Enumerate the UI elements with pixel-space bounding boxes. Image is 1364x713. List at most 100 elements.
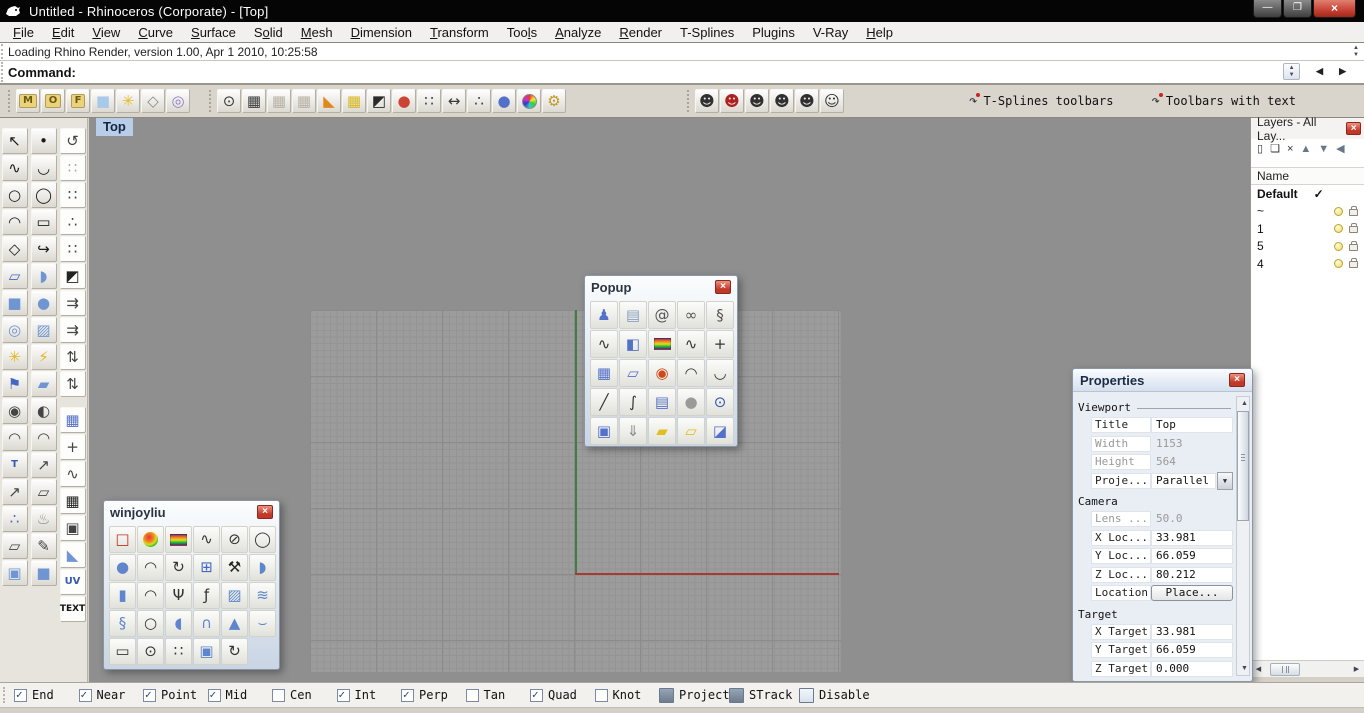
helix-icon[interactable]: ↪ (31, 236, 57, 262)
osnap-perp[interactable]: Perp (401, 688, 466, 702)
scroll-right-icon[interactable]: ▶ (1349, 665, 1364, 673)
ellipse-icon[interactable]: ◯ (31, 182, 57, 208)
revolve-icon[interactable]: ◎ (2, 317, 28, 343)
point-cloud-icon[interactable]: ∷ (417, 89, 441, 113)
winjoyliu-titlebar[interactable]: winjoyliu (104, 501, 279, 523)
layer-lock-icon[interactable] (1349, 261, 1358, 268)
extrude-vase-icon[interactable]: ♟ (590, 301, 618, 329)
restore-button[interactable]: ❐ (1283, 0, 1312, 18)
layers-close-button[interactable] (1346, 122, 1361, 135)
projection-dropdown-button[interactable]: ▼ (1217, 472, 1233, 490)
shaded-cube-icon[interactable]: ■ (91, 89, 115, 113)
twist-icon[interactable]: § (706, 301, 734, 329)
pipe-rings-icon[interactable]: ∞ (677, 301, 705, 329)
filter-left-icon[interactable]: ◀ (1336, 144, 1344, 155)
surface-grid-icon[interactable]: ▦ (590, 359, 618, 387)
properties-close-button[interactable] (1229, 373, 1245, 387)
curve-handles-icon[interactable]: ◡ (706, 359, 734, 387)
close-button[interactable]: × (1313, 0, 1356, 18)
cone-icon[interactable]: ▲ (221, 610, 248, 637)
osnap-quad[interactable]: Quad (530, 688, 595, 702)
offset-sheets-icon[interactable]: ▨ (221, 582, 248, 609)
mirror-box-icon[interactable]: ◧ (619, 330, 647, 358)
explode-icon[interactable]: ✳ (2, 344, 28, 370)
menu-help[interactable]: Help (857, 23, 902, 42)
osnap-knot-checkbox[interactable] (595, 689, 608, 702)
toolbars-with-text-button[interactable]: ↷ Toolbars with text (1141, 88, 1305, 114)
picture-curve-icon[interactable]: ▣ (60, 515, 86, 541)
layer-row-5[interactable]: 5 (1251, 238, 1364, 256)
edit-rectangle-icon[interactable]: ▱ (2, 533, 28, 559)
menu-plugins[interactable]: Plugins (743, 23, 804, 42)
yellow-grid-icon[interactable]: ▦ (342, 89, 366, 113)
layer-lock-icon[interactable] (1349, 226, 1358, 233)
tag-f-icon[interactable]: F (66, 89, 90, 113)
menu-curve[interactable]: Curve (129, 23, 182, 42)
spiral-icon[interactable]: @ (648, 301, 676, 329)
small-view-face-icon[interactable]: ☺ (820, 89, 844, 113)
delete-layer-icon[interactable]: × (1287, 144, 1293, 155)
menu-transform[interactable]: Transform (421, 23, 498, 42)
rainbow-sphere-icon[interactable] (137, 526, 164, 553)
rgb-circles-icon[interactable]: ◉ (2, 398, 28, 424)
flash-icon[interactable]: ⚡ (31, 344, 57, 370)
viewport-title-tab[interactable]: Top (96, 118, 133, 136)
new-layer-icon[interactable]: ▯ (1257, 144, 1263, 155)
twist-surface-icon[interactable]: § (109, 610, 136, 637)
menu-analyze[interactable]: Analyze (546, 23, 610, 42)
command-spinner[interactable]: ▲▼ (1283, 63, 1300, 80)
unroll-cone-icon[interactable]: ◉ (648, 359, 676, 387)
plane-icon[interactable]: ▰ (31, 371, 57, 397)
menu-tools[interactable]: Tools (498, 23, 546, 42)
bent-pipe-icon[interactable]: ⌣ (249, 610, 276, 637)
shade-half-icon[interactable]: ◩ (367, 89, 391, 113)
layer-lock-icon[interactable] (1349, 209, 1358, 216)
toggle-disable[interactable]: Disable (799, 688, 869, 703)
diameter-circle-icon[interactable]: ⊘ (221, 526, 248, 553)
shear-surface-icon[interactable]: ◪ (706, 417, 734, 445)
command-history-scrollbar[interactable]: ▲▼ (1350, 43, 1362, 60)
kink-curve-icon[interactable]: ∫ (619, 388, 647, 416)
point-ring-icon[interactable]: ∷ (165, 638, 192, 665)
cone-angle-icon[interactable]: ◣ (317, 89, 341, 113)
point-grid-dim-icon[interactable]: ∷ (60, 155, 86, 181)
split-curve-icon[interactable]: Ψ (165, 582, 192, 609)
layer-visibility-bulb-icon[interactable] (1334, 259, 1343, 268)
toggle-project-box[interactable] (659, 688, 674, 703)
menu-surface[interactable]: Surface (182, 23, 245, 42)
gears-icon[interactable]: ⚙ (542, 89, 566, 113)
remove-point-line-icon[interactable]: ╱ (590, 388, 618, 416)
point-add-icon[interactable]: + (60, 434, 86, 460)
circle-points-icon[interactable]: ○ (137, 610, 164, 637)
cube-mesh-icon[interactable]: ▣ (590, 417, 618, 445)
shade-corner-icon[interactable]: ◩ (60, 263, 86, 289)
command-grip2[interactable] (1, 62, 5, 82)
blue-grid-icon[interactable]: ▦ (60, 407, 86, 433)
toggle-strack[interactable]: STrack (729, 688, 799, 703)
osnap-mid-checkbox[interactable] (208, 689, 221, 702)
check-circle-icon[interactable]: ◎ (166, 89, 190, 113)
project-grid-icon[interactable]: ⇓ (619, 417, 647, 445)
no-view-face-icon[interactable]: ☻ (720, 89, 744, 113)
curve-points-icon[interactable]: ∿ (60, 461, 86, 487)
flat-surface-icon[interactable]: ▱ (677, 417, 705, 445)
flag-icon[interactable]: ⚑ (2, 371, 28, 397)
scroll-left-icon[interactable]: ◀ (1251, 665, 1266, 673)
two-circles-icon[interactable]: ◐ (31, 398, 57, 424)
rectangle-icon[interactable]: ▭ (31, 209, 57, 235)
osnap-perp-checkbox[interactable] (401, 689, 414, 702)
boolean-cube-icon[interactable]: ▣ (2, 560, 28, 586)
rainbow-analysis-icon[interactable] (648, 330, 676, 358)
toggle-project[interactable]: Project (659, 688, 729, 703)
sheets-icon[interactable]: ▨ (31, 317, 57, 343)
black-grid-icon[interactable]: ▦ (60, 488, 86, 514)
v-direction-icon[interactable]: ⇅ (60, 371, 86, 397)
text-object-icon[interactable]: T (2, 452, 28, 478)
toggle-strack-box[interactable] (729, 688, 744, 703)
osnap-end[interactable]: End (14, 688, 79, 702)
menu-mesh[interactable]: Mesh (292, 23, 342, 42)
osnap-near-checkbox[interactable] (79, 689, 92, 702)
place-camera-button[interactable]: Place... (1151, 585, 1233, 601)
osnap-near[interactable]: Near (79, 688, 144, 702)
layer-visibility-bulb-icon[interactable] (1334, 224, 1343, 233)
